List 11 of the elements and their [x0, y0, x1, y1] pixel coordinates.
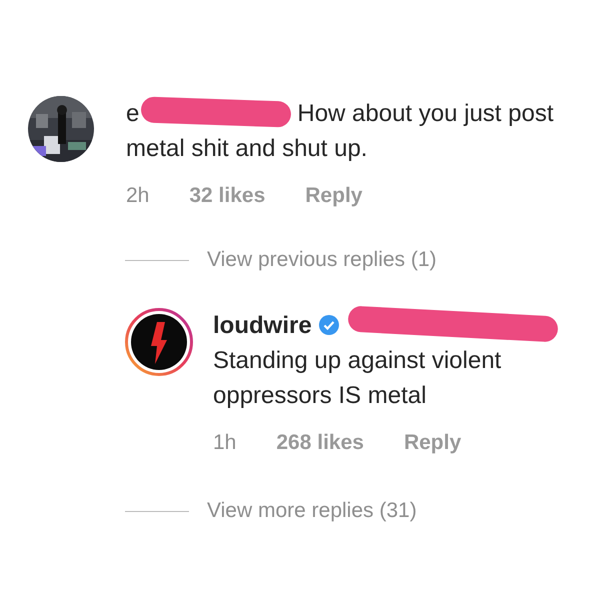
likes-link[interactable]: 32 likes: [189, 184, 266, 208]
reply-text: loudwire Standing up against violent oppressors IS metal: [213, 308, 580, 413]
comment-time: 1h: [213, 431, 236, 455]
reply-link[interactable]: Reply: [404, 431, 462, 455]
view-replies-link[interactable]: View previous replies (1): [207, 248, 437, 272]
likes-link[interactable]: 268 likes: [276, 431, 364, 455]
comment-time: 2h: [126, 184, 150, 208]
view-replies-link[interactable]: View more replies (31): [207, 499, 417, 523]
comment-text: e How about you just post metal shit and shut up.: [126, 96, 566, 166]
reply-link[interactable]: Reply: [305, 184, 362, 208]
avatar-icon: [125, 308, 193, 376]
